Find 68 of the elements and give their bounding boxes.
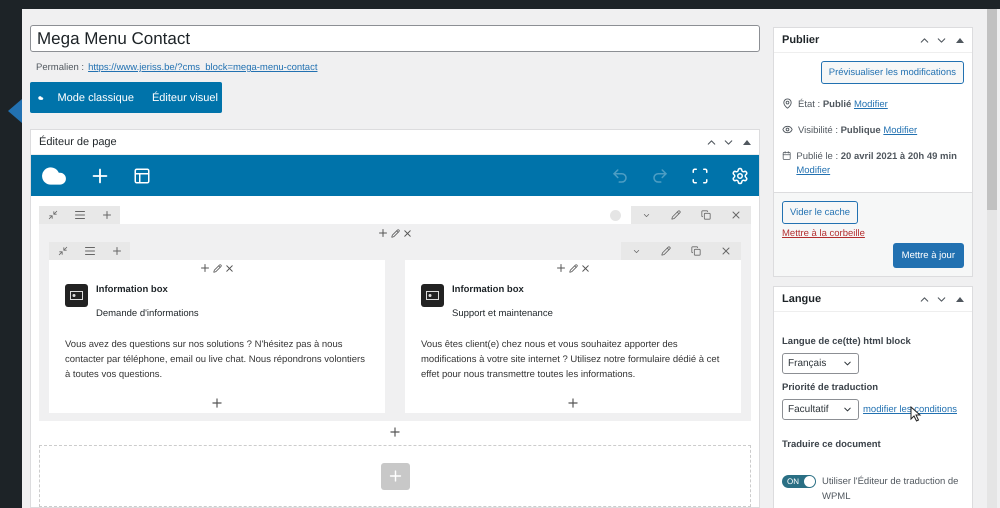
add-icon[interactable] [210,396,224,410]
widget-title: Information box [452,284,525,295]
edit-icon[interactable] [661,246,671,256]
panel-title: Éditeur de page [39,136,117,148]
meta-text: Visibilité : Publique Modifier [798,124,918,138]
info-box-icon [65,284,88,307]
widget-subtitle: Demande d'informations [96,308,199,319]
conditions-link[interactable]: modifier les conditions [863,404,957,415]
field-label: Priorité de traduction [782,382,880,393]
collapse-icon[interactable] [48,210,58,220]
collapse-icon[interactable] [956,38,964,42]
trash-link[interactable]: Mettre à la corbeille [782,228,964,239]
modify-link[interactable]: Modifier [796,165,830,176]
update-button[interactable]: Mettre à jour [892,243,964,268]
delete-icon[interactable] [730,209,742,221]
modify-link[interactable]: Modifier [883,125,918,136]
widget-title: Information box [96,284,169,295]
language-select[interactable]: Français [782,353,859,374]
priority-select[interactable]: Facultatif [782,399,859,420]
panel-title: Publier [782,34,820,46]
panel-title: Langue [782,293,822,305]
add-icon[interactable] [566,396,580,410]
layout-icon[interactable] [133,166,151,184]
delete-icon[interactable] [720,245,732,257]
collapse-icon[interactable] [58,246,68,256]
permalink-link[interactable]: https://www.jeriss.be/?cms_block=mega-menu-contact [88,62,318,73]
meta-text: Publié le : 20 avril 2021 à 20h 49 min Modifier [796,150,958,178]
info-box-icon [421,284,444,307]
widget-text: Vous êtes client(e) chez nous et vous souhaitez apporter des modifications à votre site internet ? Utilisez notre formulaire dédié à cet effet pour nous transmettre toutes les informations. [421,338,720,382]
columns-icon[interactable] [84,245,96,257]
field-label: Langue de ce(tte) html block [782,336,912,347]
add-icon[interactable] [110,245,122,257]
edit-icon[interactable] [391,228,400,238]
edit-icon[interactable] [569,264,578,272]
settings-icon[interactable] [731,166,749,184]
toggle-label: Utiliser l'Éditeur de traduction de WPML [822,474,960,504]
eye-icon [782,124,793,135]
add-icon[interactable] [377,227,389,239]
widget-subtitle: Support et maintenance [452,308,553,319]
columns-icon[interactable] [74,209,86,221]
duplicate-icon[interactable] [701,210,711,220]
meta-text: État : Publié Modifier [798,98,888,112]
preview-button[interactable]: Prévisualiser les modifications [820,61,964,84]
title-input[interactable]: Mega Menu Contact [30,25,760,52]
add-icon[interactable] [199,262,211,274]
duplicate-icon[interactable] [691,246,701,256]
pin-icon [782,98,793,109]
close-icon[interactable] [402,228,413,238]
widget-text: Vous avez des questions sur nos solutions ? N'hésitez pas à nous contacter par téléphone, email ou live chat. Nous répondrons volontiers à toutes vos questions. [65,338,366,382]
close-icon[interactable] [224,262,235,274]
add-icon[interactable] [388,425,402,439]
mode-button[interactable]: Éditeur visuel [148,92,222,104]
mode-button[interactable]: Mode classique [54,92,138,104]
status-dot [610,210,621,220]
modify-link[interactable]: Modifier [854,99,888,110]
edit-icon[interactable] [671,210,681,220]
collapse-icon[interactable] [743,140,751,144]
field-label: Traduire ce document [782,439,882,450]
calendar-icon [782,150,792,161]
close-icon[interactable] [580,262,591,274]
collapse-icon[interactable] [956,296,964,302]
add-icon[interactable] [555,262,567,274]
add-icon[interactable] [100,209,112,221]
toggle-switch[interactable]: ON [782,475,816,488]
edit-icon[interactable] [213,264,222,272]
permalink-label: Permalien : [36,62,84,73]
fullscreen-icon[interactable] [691,166,709,184]
clear-cache-button[interactable]: Vider le cache [782,201,858,224]
